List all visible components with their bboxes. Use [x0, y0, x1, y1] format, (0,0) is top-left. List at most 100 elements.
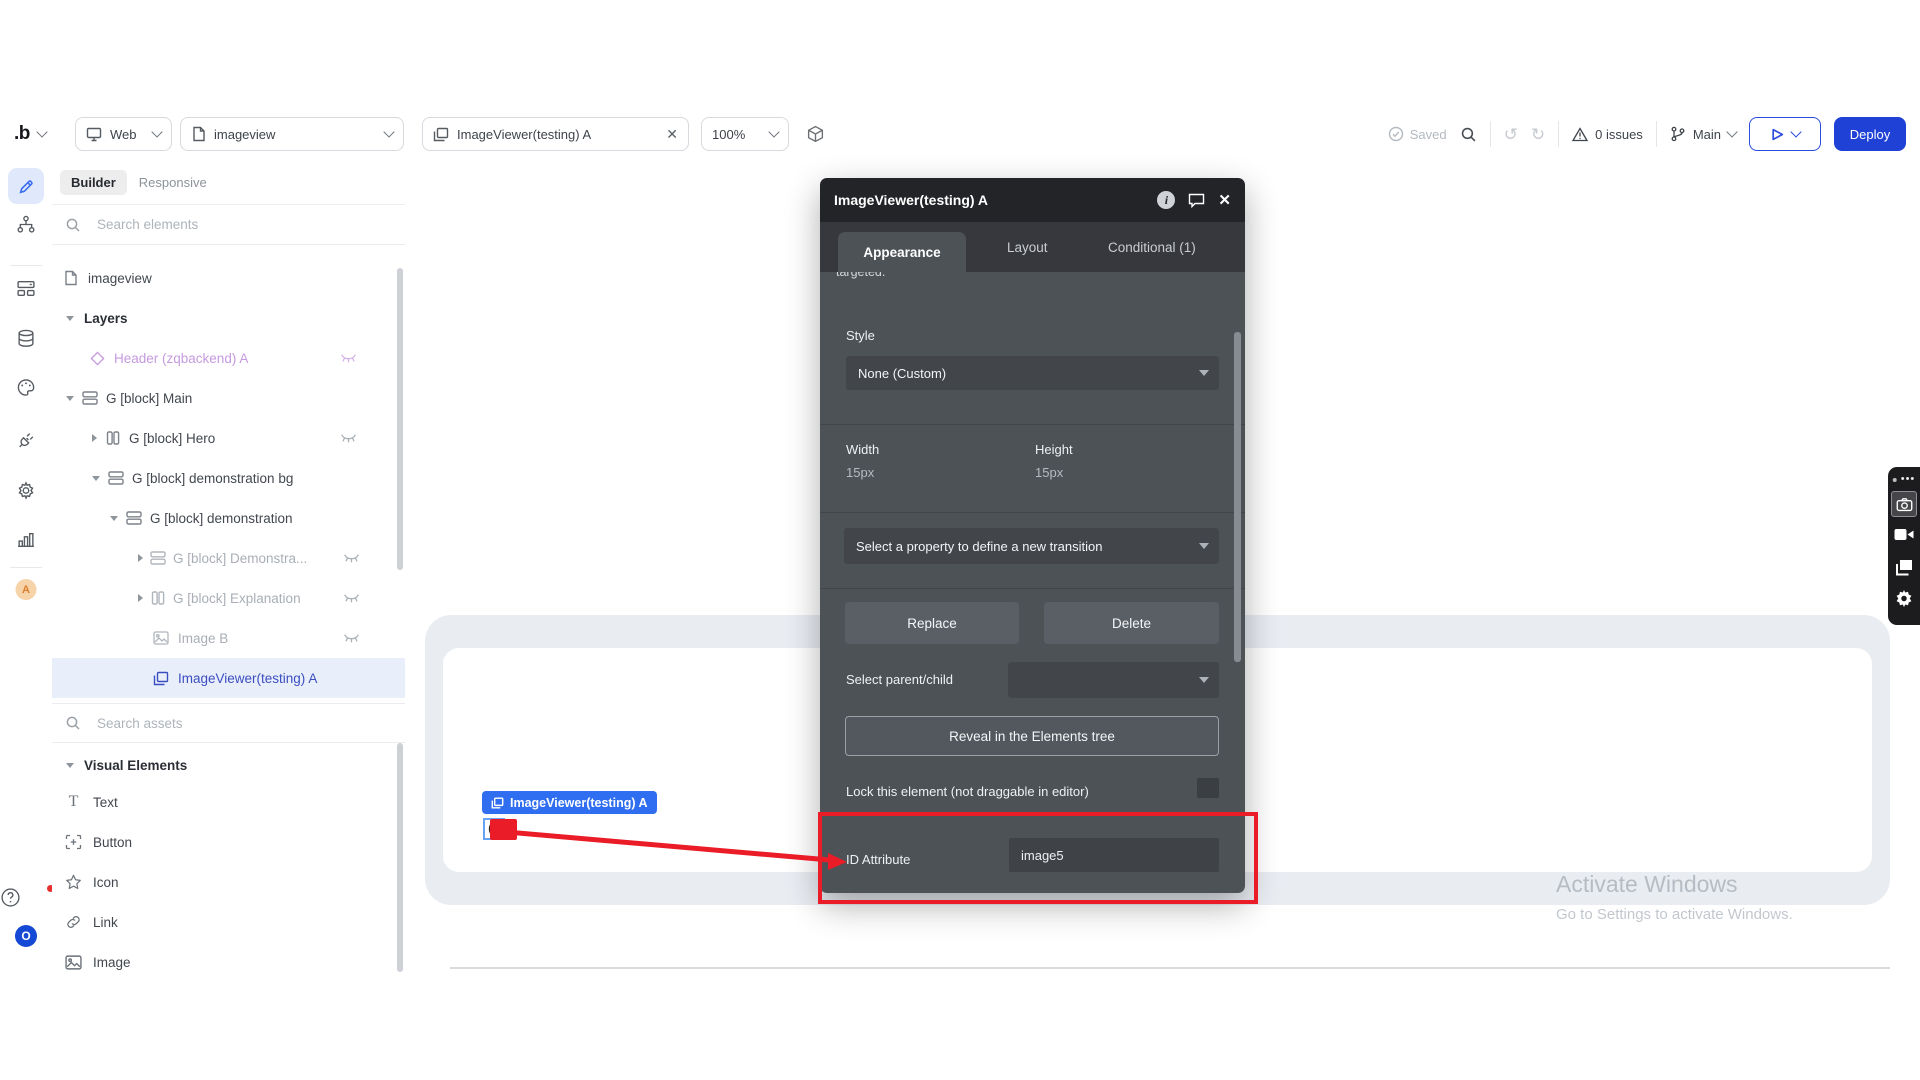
settings-tab[interactable] [17, 481, 36, 500]
caret-down-icon[interactable] [66, 763, 74, 768]
design-tab[interactable] [8, 168, 44, 204]
user-avatar[interactable]: A [16, 579, 37, 600]
logs-tab[interactable] [17, 530, 36, 549]
image-icon [65, 955, 82, 970]
reveal-in-tree-button[interactable]: Reveal in the Elements tree [845, 716, 1219, 756]
tab-appearance[interactable]: Appearance [838, 232, 966, 272]
page-icon [191, 126, 206, 142]
info-icon[interactable]: i [1157, 191, 1175, 209]
zoom-dropdown[interactable]: 100% [701, 117, 789, 151]
close-icon[interactable]: ✕ [666, 126, 678, 143]
replace-button[interactable]: Replace [845, 602, 1019, 644]
record-video-button[interactable] [1894, 527, 1914, 542]
palette-item-link[interactable]: Link [52, 902, 418, 942]
tree-row-g-demonstration-bg[interactable]: G [block] demonstration bg [52, 458, 445, 498]
tree-row-g-hero[interactable]: G [block] Hero [52, 418, 445, 458]
element-window-icon [491, 797, 504, 809]
tree-item-label: G [block] Main [106, 391, 192, 406]
caret-right-icon[interactable] [138, 594, 143, 602]
parent-child-dropdown[interactable] [1008, 662, 1219, 698]
delete-button[interactable]: Delete [1044, 602, 1219, 644]
tree-row-layers[interactable]: Layers [52, 298, 419, 338]
components-tab[interactable] [17, 279, 36, 298]
help-button[interactable] [0, 887, 52, 908]
component-cube-icon[interactable] [806, 125, 825, 144]
inspector-body: targeted. Style None (Custom) Width 15px… [820, 272, 1245, 893]
divider [820, 512, 1245, 513]
close-icon[interactable]: ✕ [1218, 191, 1231, 209]
eye-closed-icon[interactable] [340, 432, 357, 444]
scrollbar-thumb[interactable] [397, 743, 403, 972]
chevron-down-icon [151, 126, 162, 137]
annotation-arrow [478, 812, 858, 876]
tab-responsive[interactable]: Responsive [139, 175, 207, 190]
eye-closed-icon[interactable] [343, 552, 360, 564]
chat-bubble-button[interactable]: O [15, 925, 37, 947]
caret-down-icon[interactable] [66, 316, 74, 321]
image-icon [153, 631, 169, 645]
eye-closed-icon[interactable] [343, 632, 360, 644]
overlapping-windows-icon [1895, 559, 1913, 576]
screen-recorder-toolbar: ••• [1888, 467, 1920, 625]
recorder-settings-button[interactable] [1895, 589, 1914, 608]
palette-item-icon[interactable]: Icon [52, 862, 418, 902]
height-label: Height [1035, 442, 1073, 457]
styles-tab[interactable] [17, 378, 36, 397]
question-circle-icon [0, 887, 21, 908]
inspector-header[interactable]: ImageViewer(testing) A i ✕ [820, 178, 1245, 222]
video-camera-icon [1894, 527, 1914, 542]
plugins-tab[interactable] [17, 431, 36, 450]
issues-indicator[interactable]: 0 issues [1572, 127, 1643, 142]
lock-checkbox[interactable] [1197, 778, 1219, 798]
dropdown-arrow-icon [1199, 543, 1209, 549]
branch-selector[interactable]: Main [1670, 126, 1736, 142]
recorder-menu[interactable]: ••• [1893, 474, 1916, 485]
caret-down-icon[interactable] [66, 396, 74, 401]
search-icon[interactable] [1460, 126, 1477, 143]
issues-label: 0 issues [1595, 127, 1643, 142]
eye-closed-icon[interactable] [343, 592, 360, 604]
screenshot-button[interactable] [1891, 491, 1917, 517]
logo-chevron-icon[interactable] [36, 126, 47, 137]
search-elements-input[interactable] [95, 216, 349, 233]
monitor-icon [86, 126, 102, 142]
page-dropdown[interactable]: imageview [180, 117, 404, 151]
preview-button[interactable] [1749, 117, 1821, 151]
comment-icon[interactable] [1188, 193, 1205, 208]
tab-builder[interactable]: Builder [60, 170, 127, 195]
caret-down-icon[interactable] [110, 516, 118, 521]
tree-row-g-main[interactable]: G [block] Main [52, 378, 419, 418]
data-tab[interactable] [17, 329, 36, 348]
style-value: None (Custom) [858, 366, 946, 381]
tab-layout[interactable]: Layout [1007, 222, 1048, 272]
width-value: 15px [846, 465, 874, 480]
windows-capture-button[interactable] [1895, 559, 1913, 576]
palette-item-text[interactable]: T Text [52, 782, 418, 822]
search-assets-input[interactable] [95, 715, 349, 732]
eye-closed-icon[interactable] [340, 352, 357, 364]
scrollbar-thumb[interactable] [397, 268, 403, 570]
caret-down-icon[interactable] [92, 476, 100, 481]
caret-right-icon[interactable] [92, 434, 97, 442]
selected-element-badge[interactable]: ImageViewer(testing) A [482, 791, 657, 814]
tree-item-label: imageview [88, 271, 152, 286]
bubble-logo[interactable]: .b [14, 123, 30, 145]
palette-item-image[interactable]: Image [52, 942, 418, 982]
focused-element-chip[interactable]: ImageViewer(testing) A ✕ [422, 117, 689, 151]
style-dropdown[interactable]: None (Custom) [846, 356, 1219, 390]
tab-conditional[interactable]: Conditional (1) [1108, 222, 1196, 272]
bar-chart-icon [17, 530, 36, 549]
inspector-scrollbar-thumb[interactable] [1234, 332, 1241, 662]
redo-icon[interactable]: ↻ [1531, 126, 1545, 143]
palette-item-button[interactable]: Button [52, 822, 418, 862]
visual-elements-header[interactable]: Visual Elements [52, 745, 419, 785]
workflow-tab[interactable] [17, 215, 36, 234]
pencil-icon [18, 178, 35, 195]
device-dropdown[interactable]: Web [75, 117, 172, 151]
undo-icon[interactable]: ↺ [1504, 126, 1518, 143]
deploy-button[interactable]: Deploy [1834, 117, 1906, 151]
transition-dropdown[interactable]: Select a property to define a new transi… [844, 528, 1219, 564]
caret-right-icon[interactable] [138, 554, 143, 562]
tree-row-page[interactable]: imageview [52, 258, 416, 298]
tree-row-header[interactable]: Header (zqbackend) A [52, 338, 443, 378]
